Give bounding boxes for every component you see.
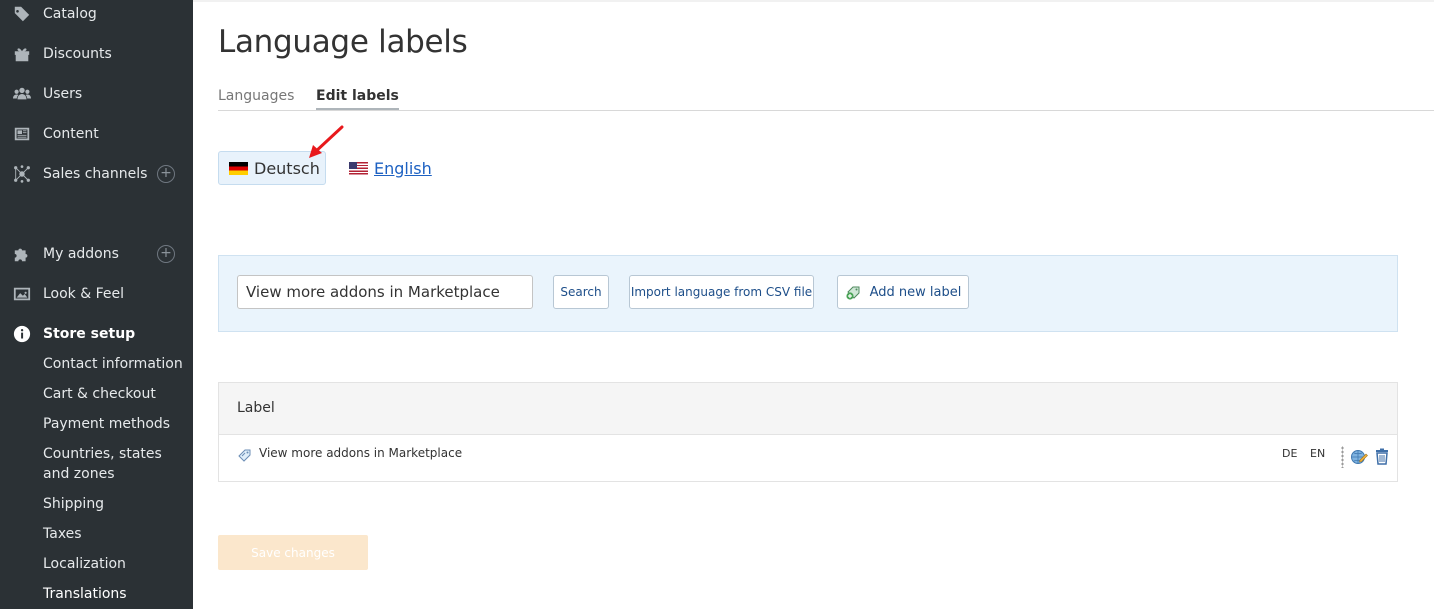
puzzle-icon (12, 244, 32, 264)
red-arrow-annotation (309, 125, 344, 158)
newspaper-icon (12, 124, 32, 144)
label-tag-icon (237, 447, 253, 463)
add-label-icon (845, 283, 863, 301)
add-new-label-button[interactable]: Add new label (837, 275, 969, 309)
save-changes-button[interactable]: Save changes (218, 535, 368, 570)
sidebar-item-look-and-feel[interactable]: Look & Feel (0, 279, 193, 309)
language-label: English (374, 158, 432, 178)
lang-tag-de[interactable]: DE (1282, 447, 1297, 460)
users-icon (12, 84, 32, 104)
sidebar-item-label: Look & Feel (43, 286, 125, 302)
table-header: Label (219, 383, 1397, 435)
language-english-link[interactable]: English (349, 151, 432, 185)
search-input[interactable] (237, 275, 533, 309)
image-icon (12, 284, 32, 304)
top-divider (193, 0, 1434, 2)
add-sales-channel-button[interactable]: + (157, 165, 175, 183)
sidebar-item-label: Content (43, 126, 99, 142)
sidebar-subitem-localization[interactable]: Localization (43, 554, 183, 574)
sidebar-item-discounts[interactable]: Discounts (0, 39, 193, 69)
sidebar-subitem-cart-checkout[interactable]: Cart & checkout (43, 384, 183, 404)
sidebar-item-catalog[interactable]: Catalog (0, 0, 193, 29)
sidebar-subitem-countries[interactable]: Countries, states and zones (43, 444, 183, 484)
sidebar-item-label: Store setup (43, 326, 136, 342)
sidebar-item-content[interactable]: Content (0, 119, 193, 149)
us-flag-icon (349, 161, 368, 175)
sidebar-item-users[interactable]: Users (0, 79, 193, 109)
row-separator-dots (1341, 446, 1344, 468)
import-csv-button[interactable]: Import language from CSV file (629, 275, 814, 309)
add-addon-button[interactable]: + (157, 245, 175, 263)
sidebar-subitem-taxes[interactable]: Taxes (43, 524, 183, 544)
sidebar-subitem-shipping[interactable]: Shipping (43, 494, 183, 514)
sidebar-item-label: My addons (43, 246, 119, 262)
sidebar-item-sales-channels[interactable]: Sales channels + (0, 159, 193, 189)
add-new-label-text: Add new label (869, 284, 962, 300)
page-title: Language labels (218, 24, 468, 60)
german-flag-icon (229, 161, 248, 175)
sidebar-item-label: Catalog (43, 6, 97, 22)
tabs-divider (218, 110, 1434, 111)
labels-table: Label View more addons in Marketplace DE… (218, 382, 1398, 482)
label-text[interactable]: View more addons in Marketplace (259, 446, 462, 460)
lang-tag-en[interactable]: EN (1310, 447, 1325, 460)
trash-icon[interactable] (1373, 447, 1391, 465)
sidebar-item-store-setup[interactable]: Store setup (0, 319, 193, 349)
sidebar-item-label: Sales channels (43, 166, 148, 182)
sidebar: Catalog Discounts Users Content Sales ch… (0, 0, 193, 609)
sidebar-item-label: Discounts (43, 46, 112, 62)
sidebar-item-my-addons[interactable]: My addons + (0, 239, 193, 269)
sidebar-subitem-contact-information[interactable]: Contact information (43, 354, 183, 374)
search-button[interactable]: Search (553, 275, 609, 309)
sidebar-item-label: Users (43, 86, 83, 102)
gift-icon (12, 44, 32, 64)
network-icon (12, 164, 32, 184)
tab-edit-labels[interactable]: Edit labels (316, 88, 399, 110)
table-row: View more addons in Marketplace DE EN (219, 436, 1397, 481)
sidebar-subitem-payment-methods[interactable]: Payment methods (43, 414, 183, 434)
sidebar-subitem-translations[interactable]: Translations (43, 584, 183, 604)
edit-translation-icon[interactable] (1350, 447, 1368, 465)
column-header-label: Label (237, 400, 275, 416)
info-icon (12, 324, 32, 344)
tag-icon (12, 4, 32, 24)
tab-languages[interactable]: Languages (218, 88, 294, 108)
